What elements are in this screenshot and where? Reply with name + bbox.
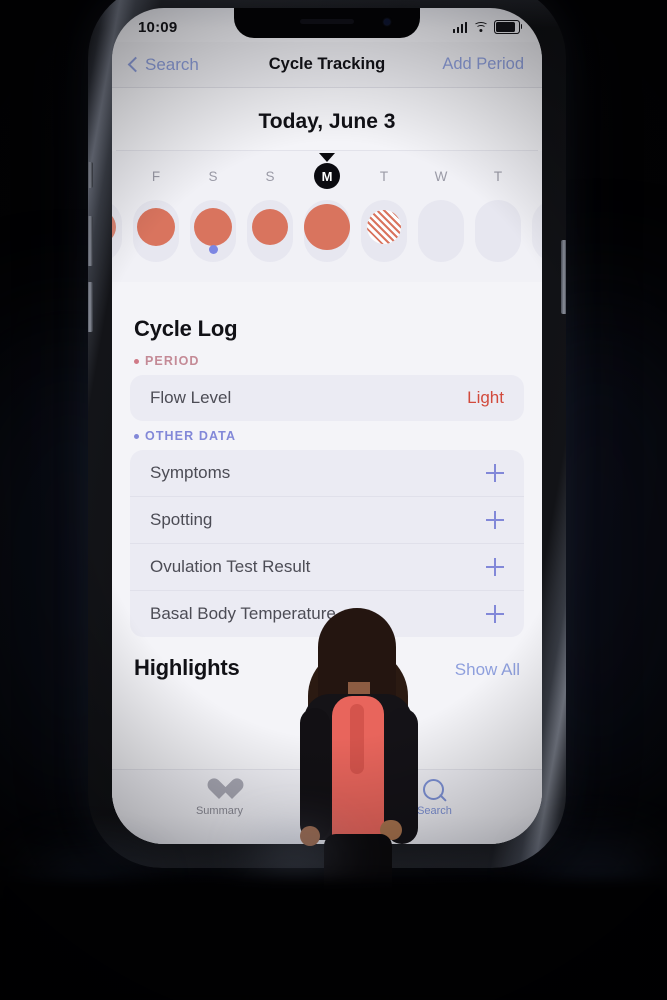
period-flow-marker — [252, 209, 288, 245]
wifi-icon — [473, 21, 488, 33]
calendar-day[interactable]: T — [359, 163, 409, 262]
period-group-label: PERIOD — [145, 354, 200, 368]
presenter-left-hand — [300, 826, 320, 846]
flow-level-value: Light — [467, 388, 504, 407]
today-caret-icon — [319, 153, 335, 162]
add-icon[interactable] — [486, 558, 504, 576]
calendar-day-pill — [304, 200, 350, 262]
calendar-weekday-label: S — [265, 168, 275, 184]
keynote-stage: 10:09 Search Cycle Tracking Add Period T… — [0, 0, 667, 1000]
status-time: 10:09 — [138, 18, 178, 36]
add-icon[interactable] — [486, 464, 504, 482]
calendar-day-pill — [418, 200, 464, 262]
calendar-day[interactable] — [112, 163, 124, 262]
period-flow-marker — [137, 208, 175, 246]
calendar-day-pill — [532, 200, 542, 262]
add-icon[interactable] — [486, 511, 504, 529]
highlights-title: Highlights — [134, 655, 240, 680]
period-flow-marker — [304, 204, 350, 250]
row-label: Spotting — [150, 510, 213, 529]
chevron-left-icon — [127, 56, 144, 73]
back-button-label: Search — [145, 54, 199, 74]
period-flow-marker — [112, 210, 116, 244]
table-row[interactable]: Flow Level Light — [130, 375, 524, 421]
volume-up-button[interactable] — [88, 216, 93, 266]
calendar-day-pill — [247, 200, 293, 262]
table-row[interactable]: Symptoms — [130, 450, 524, 496]
calendar-weekday-label: S — [208, 168, 218, 184]
calendar-day-pill — [475, 200, 521, 262]
calendar-weekday-label: T — [379, 168, 389, 184]
heart-icon — [207, 779, 232, 802]
calendar-day[interactable]: S — [188, 163, 238, 262]
show-all-button[interactable]: Show All — [455, 660, 520, 680]
table-row[interactable]: Ovulation Test Result — [130, 543, 524, 590]
calendar-day-pill — [190, 200, 236, 262]
row-label: Ovulation Test Result — [150, 557, 311, 576]
predicted-period-marker — [367, 210, 401, 244]
presenter-legs — [324, 834, 392, 942]
calendar-today-label: M — [314, 163, 340, 189]
ovulation-marker — [208, 245, 218, 254]
calendar-day[interactable]: W — [416, 163, 466, 262]
display-notch — [234, 8, 420, 38]
other-data-group-label: OTHER DATA — [145, 429, 237, 443]
volume-down-button[interactable] — [88, 282, 93, 332]
back-button[interactable]: Search — [127, 54, 199, 75]
calendar-day-pill — [361, 200, 407, 262]
calendar-day[interactable]: T — [473, 163, 523, 262]
earpiece-speaker — [300, 19, 354, 24]
other-data-group-header: OTHER DATA — [112, 421, 542, 450]
presenter-silhouette — [288, 608, 428, 942]
calendar-day-pill — [133, 200, 179, 262]
calendar-weekday-label: W — [434, 168, 448, 184]
audience-glow-right — [537, 850, 657, 904]
period-flow-marker — [194, 208, 232, 246]
audience-head — [0, 895, 170, 1000]
calendar-day[interactable]: F — [131, 163, 181, 262]
navigation-bar: Search Cycle Tracking Add Period — [112, 42, 542, 88]
row-label: Symptoms — [150, 463, 231, 482]
date-header: Today, June 3 — [258, 110, 396, 133]
section-spacer — [112, 282, 542, 302]
audience-head — [540, 902, 667, 1000]
calendar-day[interactable] — [530, 163, 542, 262]
calendar-day[interactable]: M — [302, 163, 352, 262]
period-card: Flow Level Light — [130, 375, 524, 421]
status-indicators — [452, 20, 523, 34]
calendar-strip: FSSMTWT — [112, 151, 542, 282]
flow-level-label: Flow Level — [150, 388, 232, 407]
presenter-blouse-fold — [350, 704, 364, 774]
other-data-group-dot-icon — [134, 433, 139, 439]
period-group-dot-icon — [134, 358, 139, 364]
calendar-weekday-label: T — [493, 168, 503, 184]
calendar-day[interactable]: S — [245, 163, 295, 262]
front-camera — [384, 19, 390, 25]
audience-glow-left — [30, 862, 140, 912]
battery-icon — [494, 20, 523, 34]
period-group-header: PERIOD — [112, 346, 542, 375]
cycle-log-title: Cycle Log — [134, 316, 238, 341]
mute-switch[interactable] — [88, 162, 93, 188]
power-button[interactable] — [561, 240, 566, 314]
table-row[interactable]: Spotting — [130, 496, 524, 543]
calendar-weekday-label: F — [151, 168, 161, 184]
calendar-day-pill — [112, 200, 122, 262]
calendar-day-list[interactable]: FSSMTWT — [112, 163, 542, 262]
add-icon[interactable] — [486, 605, 504, 623]
cellular-signal-icon — [452, 21, 467, 33]
add-period-button[interactable]: Add Period — [442, 55, 524, 74]
audience-head — [120, 922, 310, 1000]
tab-summary-label: Summary — [195, 805, 244, 817]
presenter-left-arm — [300, 708, 330, 840]
